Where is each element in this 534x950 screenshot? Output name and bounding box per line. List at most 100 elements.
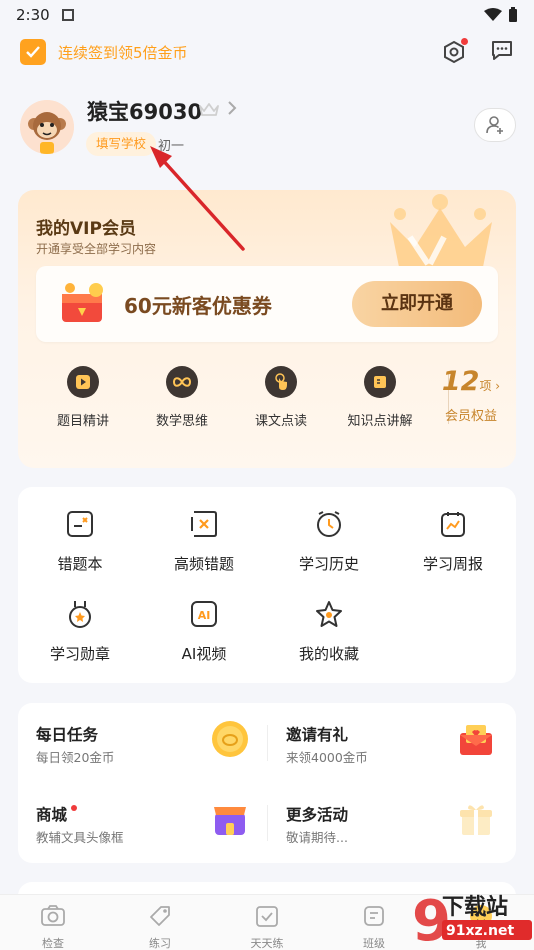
tool-label: 高频错题 <box>173 555 234 573</box>
task-title: 邀请有礼 <box>286 726 349 744</box>
grade-label[interactable]: 初一 <box>158 135 184 154</box>
tab-daily-practice[interactable]: 天天练 <box>227 903 307 950</box>
infinity-icon <box>166 366 198 398</box>
clock-icon <box>317 511 341 537</box>
site-watermark: 9 下载站 91xz.net <box>410 886 534 950</box>
vip-features: 题目精讲 数学思维 课文点读 知识点讲解 12项 › 会员权益 <box>18 366 516 446</box>
task-subtitle: 每日领20金币 <box>36 750 115 765</box>
feature-item[interactable]: 题目精讲 <box>38 366 128 429</box>
svg-text:AI: AI <box>198 609 211 622</box>
feature-label: 数学思维 <box>155 414 208 429</box>
add-friend-button[interactable] <box>474 108 516 142</box>
watermark-line1: 下载站 <box>442 894 508 920</box>
crown-badge-icon <box>199 103 219 116</box>
username[interactable]: 猿宝69030 <box>87 96 202 126</box>
tab-practice[interactable]: 练习 <box>120 903 200 950</box>
tool-label: AI视频 <box>181 645 227 663</box>
feature-item[interactable]: 课文点读 <box>236 366 326 429</box>
coin-icon <box>212 721 248 757</box>
benefits-count: 12 <box>441 366 480 397</box>
camera-icon <box>41 905 65 926</box>
chevron-right-icon[interactable] <box>227 100 237 121</box>
status-bar: 2:30 <box>0 0 534 30</box>
fill-school-button[interactable]: 填写学校 <box>86 132 157 156</box>
member-benefits-link[interactable]: 12项 › 会员权益 <box>436 366 506 424</box>
tool-my-favorites[interactable]: 我的收藏 <box>267 599 391 664</box>
task-shop[interactable]: 商城 教辅文具头像框 <box>18 783 258 853</box>
tab-check[interactable]: 检查 <box>13 903 93 950</box>
tab-label: 检查 <box>42 937 64 950</box>
add-user-icon <box>486 116 503 134</box>
tool-study-medals[interactable]: 学习勋章 <box>18 599 142 664</box>
tab-label: 天天练 <box>250 937 284 950</box>
vip-title: 我的VIP会员 <box>36 219 136 239</box>
calendar-check-icon <box>256 906 278 927</box>
watermark-line2: 91xz.net <box>446 923 514 939</box>
coupon-banner[interactable]: 60元新客优惠券 立即开通 <box>36 266 498 342</box>
task-subtitle: 来领4000金币 <box>286 750 368 765</box>
notification-a-icon <box>61 9 74 21</box>
checkin-banner-text[interactable]: 连续签到领5倍金币 <box>58 42 188 63</box>
tool-label: 我的收藏 <box>298 645 359 663</box>
feature-label: 知识点讲解 <box>347 414 413 429</box>
red-packet-icon <box>62 283 103 322</box>
vip-subtitle: 开通享受全部学习内容 <box>36 242 157 256</box>
feature-label: 课文点读 <box>254 414 307 429</box>
medal-icon <box>69 601 91 628</box>
tag-icon <box>150 906 170 926</box>
message-icon[interactable] <box>490 39 514 65</box>
frequent-errors-icon <box>191 511 217 537</box>
tab-label: 班级 <box>363 937 385 950</box>
finger-tap-icon <box>265 366 297 398</box>
tools-grid: 错题本 高频错题 学习历史 学习周报 学习勋章 AI AI视频 我的收藏 <box>18 487 516 683</box>
tool-study-history[interactable]: 学习历史 <box>267 509 391 574</box>
benefits-label: 会员权益 <box>444 409 497 424</box>
shop-icon <box>214 807 246 835</box>
task-daily[interactable]: 每日任务 每日领20金币 <box>18 703 258 773</box>
invite-envelope-icon <box>460 725 492 755</box>
status-icons <box>484 7 518 23</box>
coupon-text: 60元新客优惠券 <box>124 294 272 318</box>
task-title: 商城 <box>36 803 78 825</box>
top-bar: 连续签到领5倍金币 <box>0 30 534 74</box>
task-more-activities[interactable]: 更多活动 敬请期待... <box>268 783 508 853</box>
task-subtitle: 教辅文具头像框 <box>36 830 124 845</box>
star-icon <box>316 601 342 627</box>
notification-dot <box>71 805 78 811</box>
tool-wrong-book[interactable]: 错题本 <box>18 509 142 574</box>
profile-header: 猿宝69030 填写学校 初一 <box>0 76 534 186</box>
settings-hexagon-icon[interactable] <box>442 38 468 64</box>
task-invite[interactable]: 邀请有礼 来领4000金币 <box>268 703 508 773</box>
task-title: 每日任务 <box>36 726 99 744</box>
tool-ai-video[interactable]: AI AI视频 <box>142 599 266 664</box>
chevron-right-icon: › <box>491 379 501 393</box>
benefits-unit: 项 <box>479 379 492 393</box>
play-icon <box>67 366 99 398</box>
tool-label: 错题本 <box>57 555 103 573</box>
tool-label: 学习勋章 <box>49 645 110 663</box>
class-icon <box>364 906 384 926</box>
battery-icon <box>509 7 517 22</box>
book-icon <box>364 366 396 398</box>
tab-label: 练习 <box>149 937 171 950</box>
open-vip-button[interactable]: 立即开通 <box>352 281 482 327</box>
wrong-book-icon <box>67 511 93 537</box>
gift-box-icon <box>460 805 492 835</box>
checkin-calendar-icon[interactable] <box>20 39 46 65</box>
task-title: 更多活动 <box>286 806 349 824</box>
feature-item[interactable]: 知识点讲解 <box>335 366 425 429</box>
status-time: 2:30 <box>16 6 50 24</box>
tool-frequent-errors[interactable]: 高频错题 <box>142 509 266 574</box>
feature-item[interactable]: 数学思维 <box>137 366 227 429</box>
task-subtitle: 敬请期待... <box>286 830 348 845</box>
vip-card[interactable]: 我的VIP会员 开通享受全部学习内容 60元新客优惠券 立即开通 题目精讲 数学… <box>18 190 516 468</box>
tab-class[interactable]: 班级 <box>334 903 414 950</box>
tool-label: 学习历史 <box>298 555 359 573</box>
weekly-report-icon <box>441 512 465 537</box>
feature-label: 题目精讲 <box>56 414 109 429</box>
tasks-panel: 每日任务 每日领20金币 邀请有礼 来领4000金币 商城 教辅文具头像框 更多… <box>18 703 516 863</box>
ai-video-icon: AI <box>191 601 217 627</box>
avatar[interactable] <box>20 100 74 154</box>
tool-weekly-report[interactable]: 学习周报 <box>391 509 515 574</box>
wifi-icon <box>484 8 502 21</box>
